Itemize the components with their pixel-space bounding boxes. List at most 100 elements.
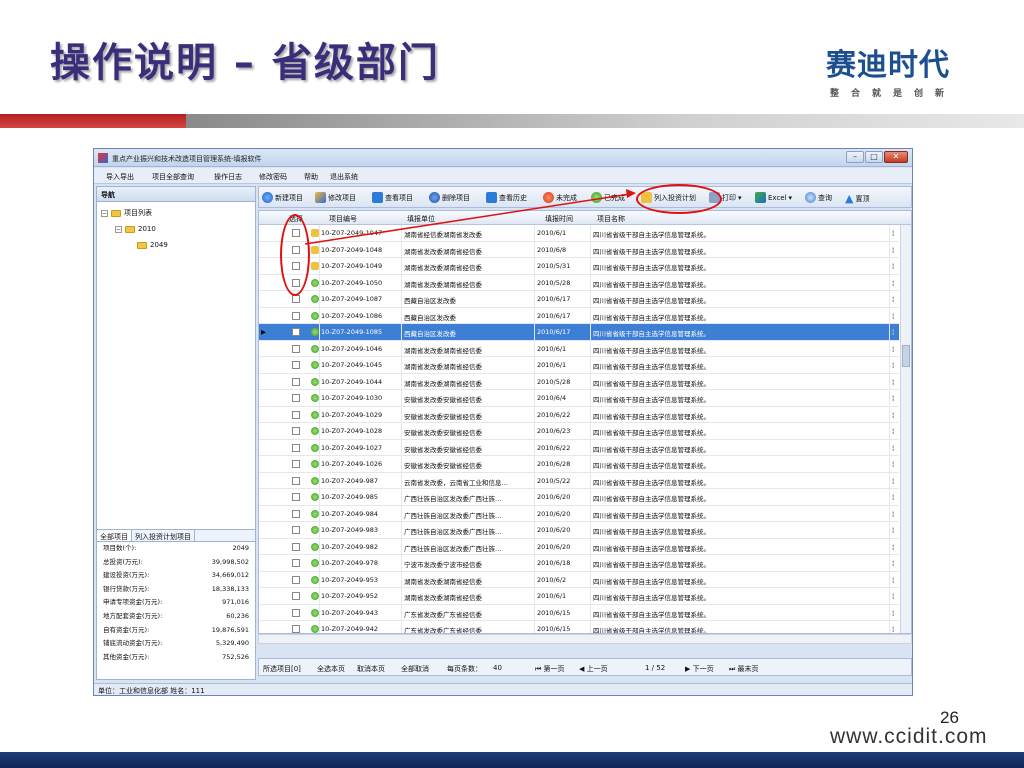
column-divider — [889, 291, 890, 308]
table-row[interactable]: 10-Z07-2049-1030 安徽省发改委安徽省经信委 2010/6/4 四川省省… — [259, 390, 899, 407]
tree-item-project-list[interactable]: − 项目列表 — [101, 208, 152, 218]
window-title: 重点产业振兴和技术改造项目管理系统-填报软件 — [112, 155, 262, 163]
col-code[interactable]: 项目编号 — [329, 214, 357, 224]
col-time[interactable]: 填报时间 — [545, 214, 573, 224]
row-checkbox[interactable] — [292, 575, 300, 584]
row-checkbox[interactable] — [292, 625, 300, 633]
slide-title: 操作说明 – 省级部门 — [50, 40, 440, 86]
select-page-button[interactable]: 全选本页 — [317, 664, 345, 674]
col-unit[interactable]: 填报单位 — [407, 214, 435, 224]
window-titlebar[interactable]: 重点产业振兴和技术改造项目管理系统-填报软件 – □ ✕ — [94, 149, 912, 167]
table-row[interactable]: 10-Z07-2049-978 宁波市发改委宁波市经信委 2010/6/18 四川省省… — [259, 555, 899, 572]
cell-unit: 安徽省发改委安徽省经信委 — [404, 412, 482, 421]
column-divider — [534, 456, 535, 473]
finished-status-icon — [311, 592, 319, 600]
button-label: 查看历史 — [499, 193, 527, 202]
unfinished-button[interactable]: 未完成 — [543, 192, 577, 203]
collapse-icon[interactable]: − — [115, 225, 122, 233]
table-row[interactable]: 10-Z07-2049-1049 湖南省发改委湖南省经信委 2010/5/31 四川省… — [259, 258, 899, 275]
table-row[interactable]: 10-Z07-2049-1050 湖南省发改委湖南省经信委 2010/5/28 四川省… — [259, 274, 899, 291]
edit-project-button[interactable]: 修改项目 — [315, 192, 356, 203]
last-page-button[interactable]: ⏭ 最末页 — [729, 664, 759, 674]
table-row[interactable]: 10-Z07-2049-1026 安徽省发改委安徽省经信委 2010/6/28 四川省… — [259, 456, 899, 473]
scrollbar-thumb[interactable] — [902, 345, 910, 367]
row-checkbox[interactable] — [292, 394, 300, 402]
tree-item-2010[interactable]: − 2010 — [115, 225, 156, 233]
row-checkbox[interactable] — [292, 526, 300, 534]
row-checkbox[interactable] — [292, 608, 300, 617]
minimize-button[interactable]: – — [846, 151, 864, 163]
table-row[interactable]: 10-Z07-2049-982 广西壮族自治区发改委广西壮族… 2010/6/20 四… — [259, 538, 899, 555]
row-checkbox[interactable] — [292, 328, 300, 336]
top-button[interactable]: ▲ 置顶 — [845, 192, 869, 205]
row-checkbox[interactable] — [292, 493, 300, 501]
delete-project-button[interactable]: 删除项目 — [429, 192, 470, 203]
excel-button[interactable]: Excel ▾ — [755, 192, 792, 203]
menu-change-password[interactable]: 修改密码 — [259, 172, 287, 182]
column-divider — [401, 307, 402, 324]
horizontal-scrollbar[interactable] — [258, 634, 912, 644]
table-row[interactable]: ▶ 10-Z07-2049-1085 西藏自治区发改委 2010/6/17 四川省省级干… — [259, 324, 899, 341]
row-checkbox[interactable] — [292, 592, 300, 600]
row-checkbox[interactable] — [292, 509, 300, 518]
table-row[interactable]: 10-Z07-2049-1087 西藏自治区发改委 2010/6/17 四川省省级干部… — [259, 291, 899, 308]
table-row[interactable]: 10-Z07-2049-984 广西壮族自治区发改委广西壮族… 2010/6/20 四… — [259, 505, 899, 522]
table-row[interactable]: 10-Z07-2049-952 湖南省发改委湖南省经信委 2010/6/1 四川省省级… — [259, 588, 899, 605]
menu-operation-log[interactable]: 操作日志 — [214, 172, 242, 182]
table-row[interactable]: 10-Z07-2049-1047 湖南省经信委湖南省发改委 2010/6/1 四川省省… — [259, 225, 899, 242]
row-checkbox[interactable] — [292, 443, 300, 452]
finished-button[interactable]: 已完成 — [591, 192, 625, 203]
row-checkbox[interactable] — [292, 559, 300, 567]
row-checkbox[interactable] — [292, 410, 300, 419]
table-row[interactable]: 10-Z07-2049-983 广西壮族自治区发改委广西壮族… 2010/6/20 四… — [259, 522, 899, 539]
cancel-all-button[interactable]: 全部取消 — [401, 664, 429, 674]
menu-help[interactable]: 帮助 — [304, 172, 318, 182]
header-band-grey — [186, 114, 1024, 128]
query-button[interactable]: 查询 — [805, 192, 832, 203]
col-name[interactable]: 项目名称 — [597, 214, 625, 224]
table-row[interactable]: 10-Z07-2049-1046 湖南省发改委湖南省经信委 2010/6/1 四川省省… — [259, 340, 899, 357]
row-checkbox[interactable] — [292, 460, 300, 468]
view-history-button[interactable]: 查看历史 — [486, 192, 527, 203]
collapse-icon[interactable]: − — [101, 209, 108, 217]
per-page-input[interactable]: 40 — [493, 664, 502, 672]
table-row[interactable]: 10-Z07-2049-1027 安徽省发改委安徽省经信委 2010/6/22 四川省… — [259, 439, 899, 456]
row-checkbox[interactable] — [292, 344, 300, 353]
row-checkbox[interactable] — [292, 311, 300, 320]
row-checkbox[interactable] — [292, 542, 300, 551]
column-divider — [590, 522, 591, 539]
table-row[interactable]: 10-Z07-2049-1044 湖南省发改委湖南省经信委 2010/5/28 四川省… — [259, 373, 899, 390]
table-row[interactable]: 10-Z07-2049-1029 安徽省发改委安徽省经信委 2010/6/22 四川省… — [259, 406, 899, 423]
menu-import-export[interactable]: 导入导出 — [106, 172, 134, 182]
table-row[interactable]: 10-Z07-2049-1048 湖南省发改委湖南省经信委 2010/6/8 四川省省… — [259, 241, 899, 258]
table-row[interactable]: 10-Z07-2049-953 湖南省发改委湖南省经信委 2010/6/2 四川省省级… — [259, 571, 899, 588]
tree-item-2049[interactable]: 2049 — [137, 241, 168, 249]
view-project-button[interactable]: 查看项目 — [372, 192, 413, 203]
table-row[interactable]: 10-Z07-2049-943 广东省发改委广东省经信委 2010/6/15 四川省省… — [259, 604, 899, 621]
cancel-page-button[interactable]: 取消本页 — [357, 664, 385, 674]
table-row[interactable]: 10-Z07-2049-1086 西藏自治区发改委 2010/6/17 四川省省级干部… — [259, 307, 899, 324]
table-row[interactable]: 10-Z07-2049-942 广东省发改委广东省经信委 2010/6/15 四川省省… — [259, 621, 899, 633]
menu-exit[interactable]: 退出系统 — [330, 172, 358, 182]
row-checkbox[interactable] — [292, 295, 300, 303]
row-checkbox[interactable] — [292, 427, 300, 435]
table-row[interactable]: 10-Z07-2049-1045 湖南省发改委湖南省经信委 2010/6/1 四川省省… — [259, 357, 899, 374]
prev-page-button[interactable]: ◀ 上一页 — [579, 664, 608, 674]
first-page-button[interactable]: ⏮ 第一页 — [535, 664, 565, 674]
table-row[interactable]: 10-Z07-2049-1028 安徽省发改委安徽省经信委 2010/6/23 四川省… — [259, 423, 899, 440]
row-checkbox[interactable] — [292, 361, 300, 369]
tab-all-projects[interactable]: 全部项目 — [97, 530, 132, 541]
row-checkbox[interactable] — [292, 476, 300, 485]
row-checkbox[interactable] — [292, 377, 300, 386]
table-row[interactable]: 10-Z07-2049-985 广西壮族自治区发改委广西壮族… 2010/6/20 四… — [259, 489, 899, 506]
cell-name: 四川省省级干部自主选学信息管理系统。 — [593, 577, 710, 586]
next-page-button[interactable]: ▶ 下一页 — [685, 664, 714, 674]
cell-date: 2010/6/8 — [537, 245, 567, 254]
vertical-scrollbar[interactable] — [900, 225, 911, 633]
table-row[interactable]: 10-Z07-2049-987 云南省发改委，云南省工业和信息… 2010/5/22… — [259, 472, 899, 489]
new-project-button[interactable]: 新建项目 — [262, 192, 303, 203]
maximize-button[interactable]: □ — [865, 151, 883, 163]
menu-query-all[interactable]: 项目全部查询 — [152, 172, 194, 182]
tab-plan-projects[interactable]: 列入投资计划项目 — [132, 530, 195, 541]
close-button[interactable]: ✕ — [884, 151, 908, 163]
